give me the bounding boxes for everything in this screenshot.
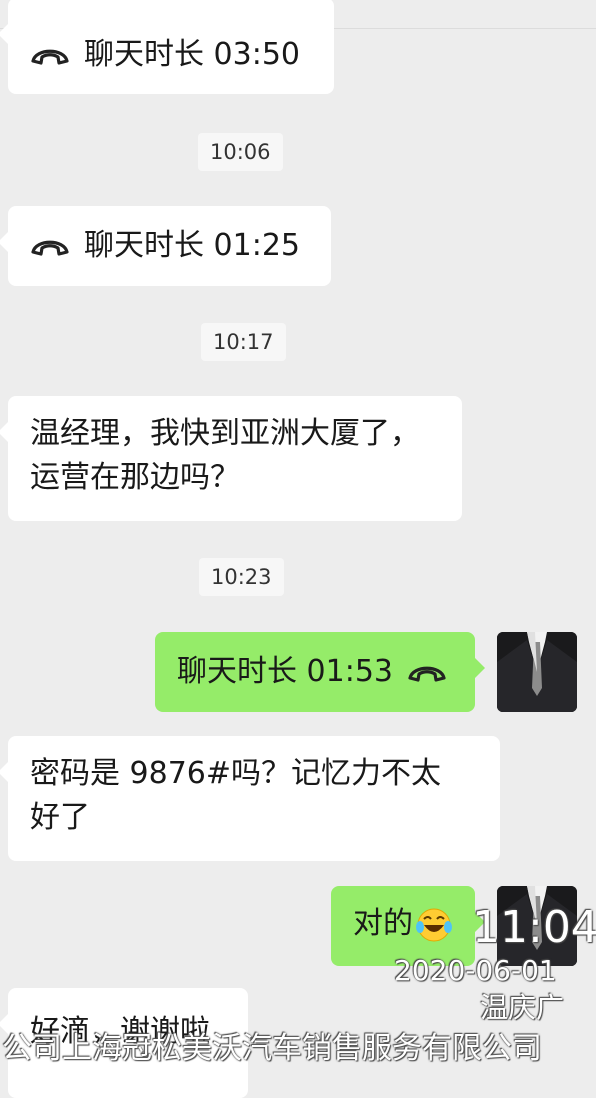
watermark-company: 公司上海冠松美沃汽车销售服务有限公司 <box>2 1031 542 1066</box>
timestamp: 10:17 <box>201 323 286 361</box>
call-duration-text: 聊天时长 01:53 <box>177 654 393 689</box>
call-duration-text: 聊天时长 01:25 <box>84 228 300 263</box>
timestamp: 10:23 <box>199 558 284 596</box>
watermark-time: 11:04 <box>472 902 596 953</box>
timestamp: 10:06 <box>198 133 283 171</box>
call-duration-text: 聊天时长 03:50 <box>84 37 300 72</box>
phone-hangup-icon <box>31 49 69 65</box>
suited-man-avatar <box>497 632 577 712</box>
watermark-name: 温庆广 <box>480 991 565 1024</box>
outgoing-call-record-bubble[interactable]: 聊天时长 01:53 <box>155 632 485 712</box>
watermark-date: 2020-06-01 <box>394 954 557 987</box>
phone-hangup-icon <box>31 240 69 256</box>
phone-hangup-icon <box>408 666 446 682</box>
tears-of-joy-emoji-icon <box>416 908 452 941</box>
message-text-line: 好了 <box>30 800 90 835</box>
call-record-bubble[interactable]: 聊天时长 03:50 <box>0 0 334 94</box>
avatar[interactable] <box>497 632 577 712</box>
incoming-text-bubble[interactable]: 温经理，我快到亚洲大厦了， 运营在那边吗？ <box>0 396 462 521</box>
message-text: 对的 <box>353 906 413 941</box>
message-text-line: 运营在那边吗？ <box>30 460 240 495</box>
message-text-line: 温经理，我快到亚洲大厦了， <box>30 416 420 451</box>
incoming-text-bubble[interactable]: 密码是 9876#吗？记忆力不太 好了 <box>0 736 500 861</box>
call-record-bubble[interactable]: 聊天时长 01:25 <box>0 206 331 286</box>
message-text-line: 密码是 9876#吗？记忆力不太 <box>30 756 442 791</box>
